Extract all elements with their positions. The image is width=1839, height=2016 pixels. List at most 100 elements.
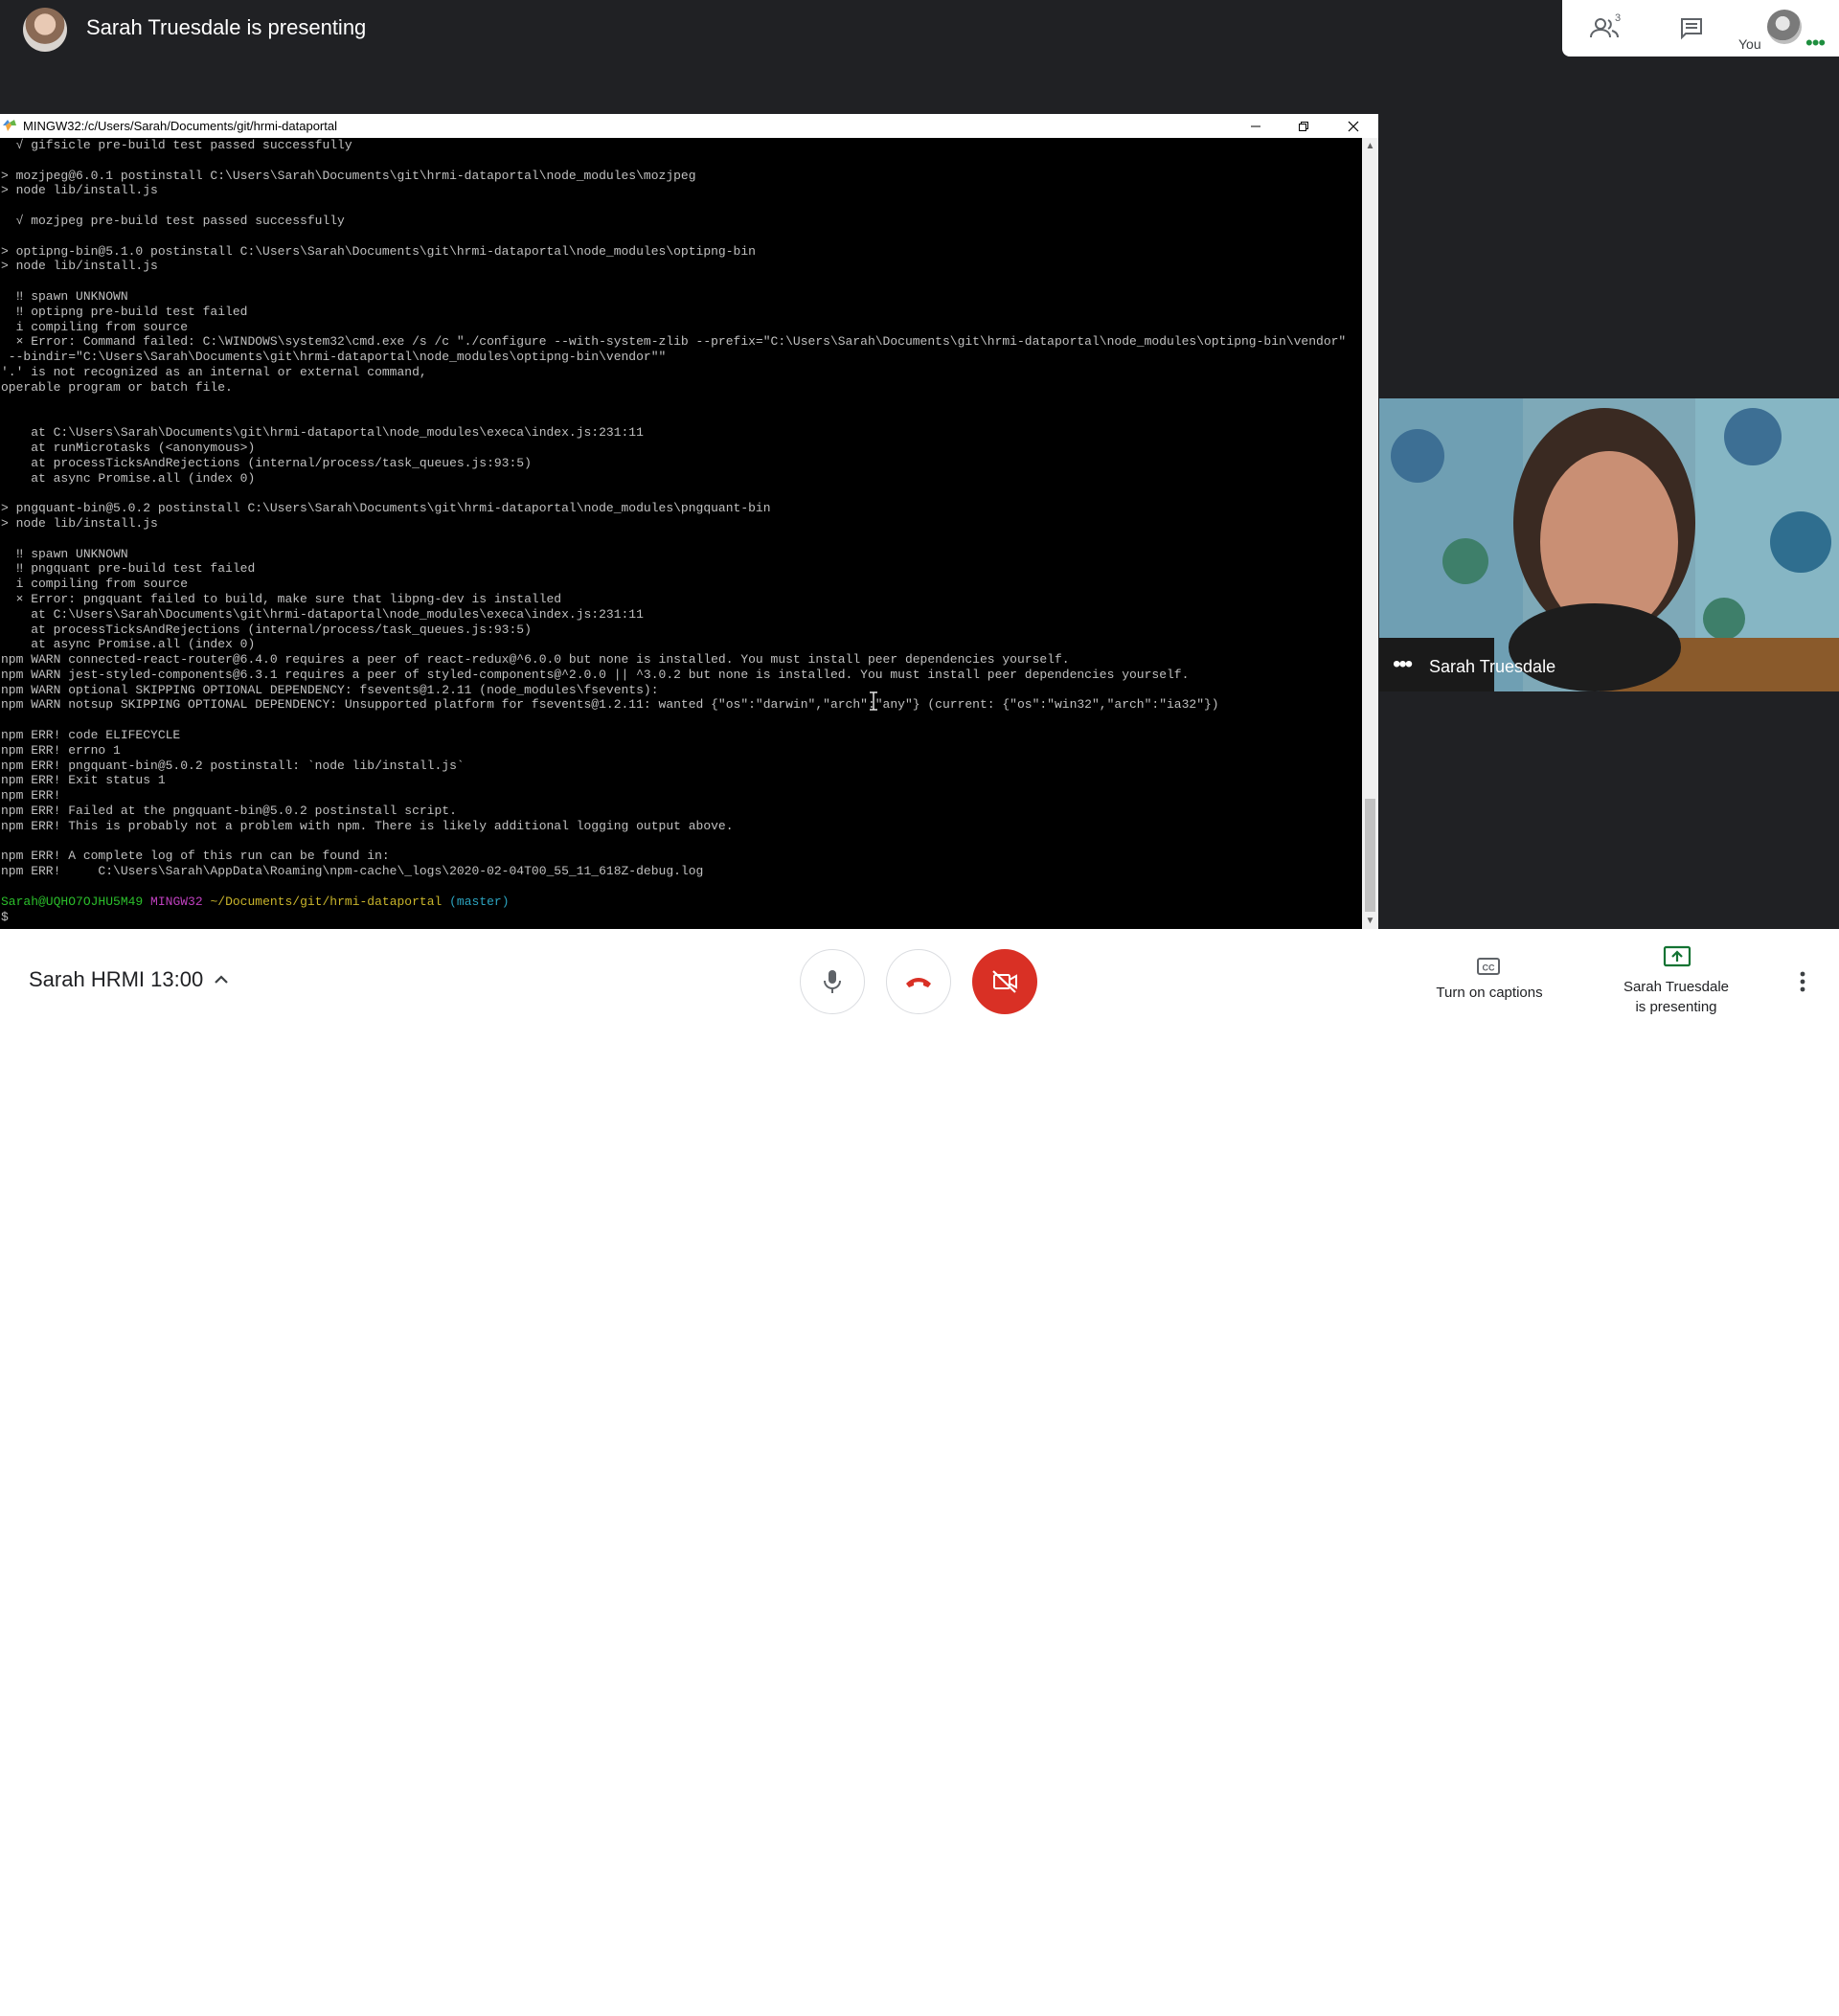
terminal-line: --bindir="C:\Users\Sarah\Documents\git\h… xyxy=(1,350,667,365)
terminal-line: npm ERR! xyxy=(1,788,61,804)
terminal-line: at async Promise.all (index 0) xyxy=(1,470,256,486)
hang-up-icon xyxy=(906,978,931,987)
prompt-host: MINGW32 xyxy=(150,894,203,909)
leave-call-button[interactable] xyxy=(886,949,951,1014)
terminal-line: at C:\Users\Sarah\Documents\git\hrmi-dat… xyxy=(1,606,644,622)
close-icon xyxy=(1348,121,1359,131)
terminal-line: > node lib/install.js xyxy=(1,515,158,531)
more-options-button[interactable] xyxy=(1791,967,1814,996)
scroll-down-arrow-icon[interactable]: ▼ xyxy=(1362,913,1378,929)
people-button[interactable]: 3 xyxy=(1562,0,1648,57)
camera-off-button[interactable] xyxy=(972,949,1037,1014)
terminal-line: npm ERR! A complete log of this run can … xyxy=(1,849,390,864)
minimize-button[interactable] xyxy=(1232,114,1280,138)
presenter-title: Sarah Truesdale is presenting xyxy=(86,15,367,39)
self-avatar xyxy=(1767,10,1802,44)
terminal-line: > node lib/install.js xyxy=(1,183,158,198)
present-screen-icon xyxy=(1663,945,1691,967)
people-count-badge: 3 xyxy=(1615,12,1622,24)
terminal-line: npm ERR! pngquant-bin@5.0.2 postinstall:… xyxy=(1,758,465,773)
terminal-lines: √ gifsicle pre-build test passed success… xyxy=(0,138,1362,924)
terminal-line: √ mozjpeg pre-build test passed successf… xyxy=(1,213,345,228)
captions-label: Turn on captions xyxy=(1436,985,1543,1001)
chevron-up-icon xyxy=(215,975,228,984)
self-label: You xyxy=(1738,36,1761,52)
presenting-button[interactable]: Sarah Truesdale is presenting xyxy=(1609,944,1743,1025)
terminal-line: at runMicrotasks (<anonymous>) xyxy=(1,440,256,455)
terminal-line: at processTicksAndRejections (internal/p… xyxy=(1,622,532,637)
terminal-line: npm WARN optional SKIPPING OPTIONAL DEPE… xyxy=(1,682,659,697)
microphone-button[interactable] xyxy=(800,949,865,1014)
more-vert-icon xyxy=(1800,971,1805,992)
scroll-thumb[interactable] xyxy=(1365,799,1375,912)
terminal-line: at processTicksAndRejections (internal/p… xyxy=(1,455,532,470)
terminal-line: ‼ spawn UNKNOWN xyxy=(1,288,128,304)
minimize-icon xyxy=(1251,125,1260,126)
presenting-label-line1: Sarah Truesdale xyxy=(1623,979,1730,995)
terminal-line: npm ERR! errno 1 xyxy=(1,742,121,758)
terminal-line: > pngquant-bin@5.0.2 postinstall C:\User… xyxy=(1,501,771,516)
participant-video xyxy=(1379,398,1839,691)
terminal-prompt-symbol[interactable]: $ xyxy=(1,910,1362,925)
chat-button[interactable] xyxy=(1648,0,1735,57)
self-more-dots-icon: ••• xyxy=(1805,31,1826,55)
presenting-label-line2: is presenting xyxy=(1635,999,1717,1015)
terminal-prompt: Sarah@UQHO7OJHU5M49 MINGW32 ~/Documents/… xyxy=(1,895,1362,910)
self-view-button[interactable]: You ••• xyxy=(1735,0,1839,57)
presenter-avatar xyxy=(23,8,67,52)
terminal-line: '.' is not recognized as an internal or … xyxy=(1,364,427,379)
captions-icon: CC xyxy=(1477,958,1500,975)
terminal-title: MINGW32:/c/Users/Sarah/Documents/git/hrm… xyxy=(23,119,337,133)
terminal-line: ‼ pngquant pre-build test failed xyxy=(1,561,256,577)
terminal-line: > optipng-bin@5.1.0 postinstall C:\Users… xyxy=(1,243,756,259)
terminal-line: npm ERR! Failed at the pngquant-bin@5.0.… xyxy=(1,804,457,819)
participant-tile[interactable]: ••• Sarah Truesdale xyxy=(1379,398,1839,691)
restore-icon xyxy=(1299,121,1308,131)
text-cursor-icon xyxy=(870,691,877,711)
terminal-line: at C:\Users\Sarah\Documents\git\hrmi-dat… xyxy=(1,425,644,441)
terminal-line: npm ERR! C:\Users\Sarah\AppData\Roaming\… xyxy=(1,864,704,879)
terminal-line: > node lib/install.js xyxy=(1,259,158,274)
terminal-line: npm ERR! code ELIFECYCLE xyxy=(1,728,181,743)
top-right-panel: 3 You ••• xyxy=(1562,0,1839,57)
scroll-up-arrow-icon[interactable]: ▲ xyxy=(1362,138,1378,154)
presenting-label: Sarah Truesdale is presenting xyxy=(1609,977,1743,1017)
terminal-scrollbar[interactable]: ▲ ▼ xyxy=(1362,138,1378,929)
terminal-line: npm WARN jest-styled-components@6.3.1 re… xyxy=(1,667,1190,682)
participant-name: Sarah Truesdale xyxy=(1429,657,1556,676)
terminal-line: npm ERR! Exit status 1 xyxy=(1,773,166,788)
chat-icon xyxy=(1681,17,1702,39)
terminal-line: i compiling from source xyxy=(1,319,189,334)
prompt-branch: (master) xyxy=(449,894,510,909)
svg-text:CC: CC xyxy=(1483,963,1495,973)
terminal-line: npm WARN connected-react-router@6.4.0 re… xyxy=(1,652,1070,668)
captions-button[interactable]: CC Turn on captions xyxy=(1418,954,1561,1021)
terminal-line: ‼ spawn UNKNOWN xyxy=(1,546,128,561)
terminal-line: npm WARN notsup SKIPPING OPTIONAL DEPEND… xyxy=(1,697,1219,713)
camera-off-icon xyxy=(992,970,1017,993)
terminal-titlebar[interactable]: MINGW32:/c/Users/Sarah/Documents/git/hrm… xyxy=(0,114,1378,138)
terminal-line: ‼ optipng pre-build test failed xyxy=(1,304,248,319)
terminal-line: at async Promise.all (index 0) xyxy=(1,637,256,652)
participant-more-dots-icon[interactable]: ••• xyxy=(1393,653,1413,676)
terminal-window[interactable]: MINGW32:/c/Users/Sarah/Documents/git/hrm… xyxy=(0,114,1378,929)
prompt-user: Sarah@UQHO7OJHU5M49 xyxy=(1,894,144,909)
terminal-line: × Error: pngquant failed to build, make … xyxy=(1,591,562,606)
terminal-output[interactable]: √ gifsicle pre-build test passed success… xyxy=(0,138,1362,929)
terminal-line: > mozjpeg@6.0.1 postinstall C:\Users\Sar… xyxy=(1,168,696,183)
restore-button[interactable] xyxy=(1280,114,1328,138)
close-button[interactable] xyxy=(1329,114,1377,138)
terminal-line: √ gifsicle pre-build test passed success… xyxy=(1,138,352,152)
prompt-path: ~/Documents/git/hrmi-dataportal xyxy=(210,894,443,909)
microphone-icon xyxy=(824,970,841,993)
